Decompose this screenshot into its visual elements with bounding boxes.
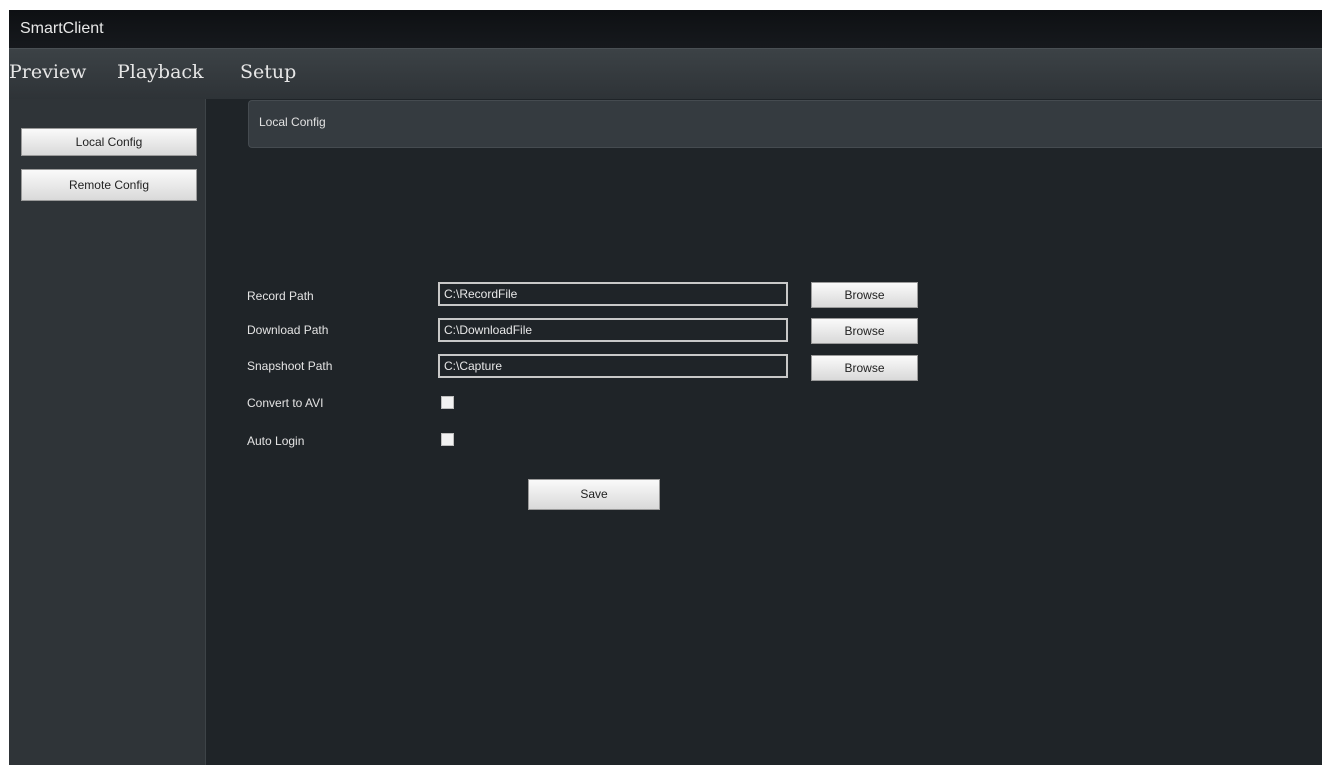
auto-login-checkbox[interactable] bbox=[441, 433, 454, 446]
snapshoot-path-label: Snapshoot Path bbox=[247, 359, 333, 373]
remote-config-button[interactable]: Remote Config bbox=[21, 169, 197, 201]
download-path-label: Download Path bbox=[247, 323, 329, 337]
snapshoot-path-browse-button[interactable]: Browse bbox=[811, 355, 918, 381]
window-title: SmartClient bbox=[20, 20, 104, 37]
menu-preview[interactable]: Preview bbox=[9, 61, 86, 83]
panel-header: Local Config bbox=[248, 100, 1322, 148]
auto-login-label: Auto Login bbox=[247, 434, 305, 448]
local-config-button[interactable]: Local Config bbox=[21, 128, 197, 156]
menu-playback[interactable]: Playback bbox=[117, 61, 204, 83]
panel-title: Local Config bbox=[259, 115, 326, 129]
record-path-input[interactable]: C:\RecordFile bbox=[438, 282, 788, 306]
save-button[interactable]: Save bbox=[528, 479, 660, 510]
download-path-input[interactable]: C:\DownloadFile bbox=[438, 318, 788, 342]
convert-avi-label: Convert to AVI bbox=[247, 396, 324, 410]
snapshoot-path-input[interactable]: C:\Capture bbox=[438, 354, 788, 378]
record-path-label: Record Path bbox=[247, 289, 314, 303]
record-path-browse-button[interactable]: Browse bbox=[811, 282, 918, 308]
main-menu: Preview Playback Setup bbox=[9, 48, 1322, 99]
title-bar: SmartClient bbox=[9, 10, 1322, 48]
app-window: SmartClient Preview Playback Setup Local… bbox=[9, 10, 1322, 765]
download-path-browse-button[interactable]: Browse bbox=[811, 318, 918, 344]
sidebar: Local Config Remote Config bbox=[9, 99, 206, 765]
convert-avi-checkbox[interactable] bbox=[441, 396, 454, 409]
menu-setup[interactable]: Setup bbox=[240, 61, 296, 83]
